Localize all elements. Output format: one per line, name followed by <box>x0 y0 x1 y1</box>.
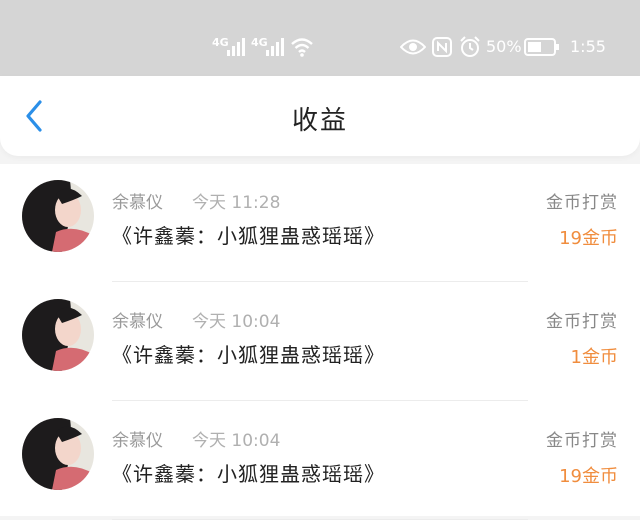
eye-icon <box>400 39 426 55</box>
signal-icon <box>227 38 245 56</box>
nfc-icon <box>432 37 452 57</box>
sender-name: 余慕仪 <box>112 431 163 451</box>
work-title: 《许鑫蓁：小狐狸蛊惑瑶瑶》 <box>112 343 385 367</box>
sender-name: 余慕仪 <box>112 193 163 213</box>
divider <box>112 400 528 401</box>
reward-amount: 19金币 <box>559 466 618 487</box>
reward-type-label: 金币打赏 <box>546 193 618 213</box>
timestamp: 今天 10:04 <box>192 312 281 332</box>
timestamp: 今天 10:04 <box>192 431 281 451</box>
list-item[interactable]: 余慕仪 今天 11:28 《许鑫蓁：小狐狸蛊惑瑶瑶》 金币打赏 19金币 <box>0 164 640 282</box>
sender-name: 余慕仪 <box>112 312 163 332</box>
avatar <box>22 299 94 371</box>
wifi-icon <box>291 38 313 57</box>
reward-type-label: 金币打赏 <box>546 312 618 332</box>
work-title: 《许鑫蓁：小狐狸蛊惑瑶瑶》 <box>112 224 385 248</box>
alarm-icon <box>460 36 480 57</box>
list-item[interactable]: 余慕仪 今天 10:04 《许鑫蓁：小狐狸蛊惑瑶瑶》 金币打赏 1金币 <box>0 283 640 401</box>
avatar <box>22 418 94 490</box>
earnings-list: 余慕仪 今天 11:28 《许鑫蓁：小狐狸蛊惑瑶瑶》 金币打赏 19金币 余慕仪… <box>0 164 640 520</box>
signal-icon <box>266 38 284 56</box>
clock-time: 1:55 <box>570 37 606 56</box>
reward-type-label: 金币打赏 <box>546 431 618 451</box>
battery-icon <box>524 38 559 56</box>
reward-amount: 19金币 <box>559 228 618 249</box>
avatar <box>22 180 94 252</box>
battery-percent: 50% <box>486 37 522 56</box>
navigation-bar: 收益 <box>0 76 640 156</box>
status-bar: 4G 4G 50% 1:55 <box>0 0 640 76</box>
work-title: 《许鑫蓁：小狐狸蛊惑瑶瑶》 <box>112 462 385 486</box>
list-item[interactable]: 余慕仪 今天 10:04 《许鑫蓁：小狐狸蛊惑瑶瑶》 金币打赏 19金币 <box>0 402 640 520</box>
divider <box>112 281 528 282</box>
timestamp: 今天 11:28 <box>192 193 281 213</box>
reward-amount: 1金币 <box>570 347 618 368</box>
page-title: 收益 <box>291 106 348 136</box>
